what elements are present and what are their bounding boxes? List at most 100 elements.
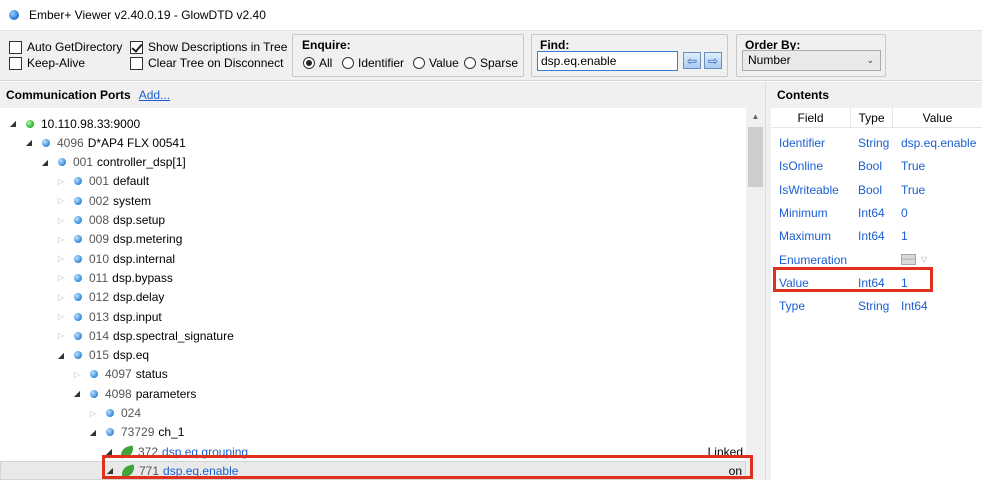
collapsed-arrow-icon[interactable]: ▷	[56, 254, 66, 263]
radio-icon[interactable]	[464, 57, 476, 69]
expanded-arrow-icon[interactable]: ◢	[8, 119, 18, 128]
enumeration-dropdown-icon[interactable]	[901, 253, 916, 265]
expanded-arrow-icon[interactable]: ◢	[105, 466, 115, 475]
expanded-arrow-icon[interactable]: ◢	[40, 158, 50, 167]
auto-getdirectory-checkbox[interactable]: Auto GetDirectory	[9, 40, 122, 54]
enquire-option-value[interactable]: Value	[413, 56, 459, 70]
column-header-type[interactable]: Type	[851, 108, 893, 128]
tree-node[interactable]: ◢ 001 controller_dsp[1]	[0, 153, 746, 172]
collapsed-arrow-icon[interactable]: ▷	[72, 370, 82, 379]
enquire-option-sparse[interactable]: Sparse	[464, 56, 518, 70]
checkbox-icon[interactable]	[130, 56, 143, 70]
tree-node[interactable]: ▷ 4097 status	[0, 365, 746, 384]
node-label: parameters	[135, 386, 197, 401]
checkbox-icon[interactable]	[9, 56, 22, 70]
contents-panel: Contents Field Type Value Identifier Stri…	[771, 82, 982, 480]
contents-row[interactable]: IsOnline Bool True	[771, 155, 982, 178]
field-cell: IsWriteable	[779, 182, 839, 197]
tree-node[interactable]: ▷ 024	[0, 404, 746, 423]
tree-scrollbar[interactable]: ▲	[746, 108, 765, 480]
contents-row[interactable]: Type String Int64	[771, 295, 982, 318]
tree-node[interactable]: ◢ 771 dsp.eq.enable on	[0, 461, 746, 480]
type-cell: Int64	[858, 229, 885, 244]
tree-node[interactable]: ◢ 372 dsp.eq.grouping Linked	[0, 442, 746, 461]
expanded-arrow-icon[interactable]: ◢	[104, 447, 114, 456]
radio-checked-icon[interactable]	[303, 57, 315, 69]
tree-node[interactable]: ◢ 4098 parameters	[0, 384, 746, 403]
node-label: controller_dsp[1]	[97, 155, 186, 170]
tree-node[interactable]: ▷ 008 dsp.setup	[0, 211, 746, 230]
tree-node[interactable]: ◢ 10.110.98.33:9000	[0, 114, 746, 133]
column-header-value[interactable]: Value	[893, 108, 982, 128]
field-cell: Value	[779, 275, 809, 290]
node-dot-icon	[74, 312, 82, 321]
collapsed-arrow-icon[interactable]: ▷	[88, 409, 98, 418]
collapsed-arrow-icon[interactable]: ▷	[56, 293, 66, 302]
tree-node[interactable]: ◢ 015 dsp.eq	[0, 346, 746, 365]
collapsed-arrow-icon[interactable]: ▷	[56, 312, 66, 321]
radio-icon[interactable]	[413, 57, 425, 69]
scroll-up-arrow-icon[interactable]: ▲	[746, 108, 765, 125]
tree-node[interactable]: ▷ 011 dsp.bypass	[0, 268, 746, 287]
node-number: 008	[89, 213, 110, 227]
collapsed-arrow-icon[interactable]: ▷	[56, 177, 66, 186]
node-label: dsp.delay	[113, 290, 165, 305]
tree-node[interactable]: ▷ 001 default	[0, 172, 746, 191]
node-value: Linked	[707, 444, 743, 459]
find-input[interactable]	[537, 51, 678, 71]
contents-row[interactable]: Maximum Int64 1	[771, 225, 982, 248]
enquire-option-identifier[interactable]: Identifier	[342, 56, 404, 70]
find-next-button[interactable]: ⇨	[704, 52, 722, 69]
node-label: default	[113, 174, 150, 189]
contents-row[interactable]: Identifier String dsp.eq.enable	[771, 132, 982, 155]
find-previous-button[interactable]: ⇦	[683, 52, 701, 69]
panel-title: Communication Ports	[6, 88, 131, 102]
tree-node[interactable]: ▷ 010 dsp.internal	[0, 249, 746, 268]
checkbox-icon[interactable]	[9, 40, 22, 54]
collapsed-arrow-icon[interactable]: ▷	[56, 273, 66, 282]
node-label: dsp.metering	[113, 232, 183, 247]
tree-node[interactable]: ◢ 4096 D*AP4 FLX 00541	[0, 133, 746, 152]
contents-row[interactable]: IsWriteable Bool True	[771, 179, 982, 202]
contents-row[interactable]: Enumeration ▽	[771, 249, 982, 272]
add-port-link[interactable]: Add...	[139, 88, 170, 102]
checkbox-checked-icon[interactable]	[130, 40, 143, 54]
contents-row[interactable]: Minimum Int64 0	[771, 202, 982, 225]
radio-icon[interactable]	[342, 57, 354, 69]
tree-node[interactable]: ▷ 012 dsp.delay	[0, 288, 746, 307]
enquire-group: Enquire: All Identifier Value Sparse	[292, 34, 524, 77]
column-header-field[interactable]: Field	[771, 108, 851, 128]
expanded-arrow-icon[interactable]: ◢	[24, 138, 34, 147]
node-number: 4096	[57, 135, 84, 150]
expanded-arrow-icon[interactable]: ◢	[72, 389, 82, 398]
node-number: 024	[121, 406, 142, 420]
tree-node[interactable]: ▷ 014 dsp.spectral_signature	[0, 326, 746, 345]
arrow-right-icon: ⇨	[707, 53, 719, 68]
keep-alive-checkbox[interactable]: Keep-Alive	[9, 56, 85, 70]
collapsed-arrow-icon[interactable]: ▷	[56, 216, 66, 225]
app-icon	[9, 10, 19, 20]
tree-node[interactable]: ▷ 009 dsp.metering	[0, 230, 746, 249]
node-label: dsp.setup	[113, 213, 166, 227]
value-cell: Int64	[901, 299, 928, 314]
enquire-option-all[interactable]: All	[303, 56, 332, 70]
collapsed-arrow-icon[interactable]: ▷	[56, 196, 66, 205]
contents-row[interactable]: Value Int64 1	[771, 272, 982, 295]
node-number: 014	[89, 328, 110, 343]
clear-tree-checkbox[interactable]: Clear Tree on Disconnect	[130, 56, 283, 70]
expanded-arrow-icon[interactable]: ◢	[56, 351, 66, 360]
chevron-down-icon[interactable]: ▽	[921, 255, 927, 264]
node-number: 001	[73, 155, 94, 170]
expanded-arrow-icon[interactable]: ◢	[88, 428, 98, 437]
value-cell: dsp.eq.enable	[901, 136, 977, 150]
node-value: on	[728, 463, 742, 478]
collapsed-arrow-icon[interactable]: ▷	[56, 331, 66, 340]
collapsed-arrow-icon[interactable]: ▷	[56, 235, 66, 244]
tree-node[interactable]: ▷ 013 dsp.input	[0, 307, 746, 326]
node-dot-icon	[90, 370, 98, 379]
show-descriptions-checkbox[interactable]: Show Descriptions in Tree	[130, 40, 287, 54]
order-by-select[interactable]: Number ⌄	[742, 50, 881, 71]
tree-node[interactable]: ▷ 002 system	[0, 191, 746, 210]
tree-node[interactable]: ◢ 73729 ch_1	[0, 423, 746, 442]
scroll-thumb[interactable]	[748, 127, 763, 187]
